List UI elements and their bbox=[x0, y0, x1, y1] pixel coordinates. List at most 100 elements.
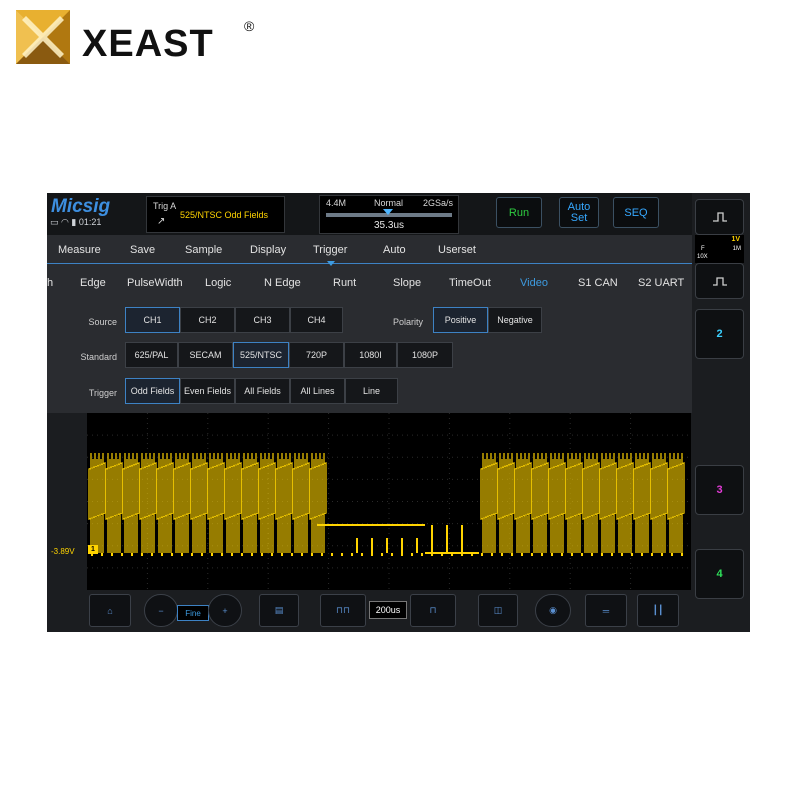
trigger-type-slope[interactable]: Slope bbox=[393, 277, 421, 289]
polarity-negative[interactable]: Negative bbox=[488, 307, 542, 333]
menu-userset[interactable]: Userset bbox=[438, 244, 476, 256]
sync-tip-mark bbox=[661, 553, 663, 556]
sync-tip-mark bbox=[301, 553, 303, 556]
sync-tip-mark bbox=[291, 553, 293, 556]
standard-525-ntsc[interactable]: 525/NTSC bbox=[233, 342, 289, 368]
menu-lines-button[interactable]: ═ bbox=[585, 594, 627, 627]
menu-trigger[interactable]: Trigger bbox=[313, 244, 347, 256]
trigger-type-s2-uart[interactable]: S2 UART bbox=[638, 277, 684, 289]
standard-1080i[interactable]: 1080I bbox=[344, 342, 397, 368]
rising-edge-icon bbox=[712, 212, 727, 222]
menu-auto[interactable]: Auto bbox=[383, 244, 406, 256]
sync-tip-mark bbox=[651, 553, 653, 556]
sync-tip-mark bbox=[321, 553, 323, 556]
cursor-button[interactable]: ┃┃ bbox=[637, 594, 679, 627]
bottom-toolbar: ⌂ − Fine + ▤ ⊓⊓ 200us ⊓ ◫ ◉ ═ ┃┃ bbox=[47, 590, 692, 632]
auto-set-button[interactable]: Auto Set bbox=[559, 197, 599, 228]
timebase-increase-button[interactable]: ⊓ bbox=[410, 594, 456, 627]
status-icons: ▭ ◠ ▮ 01:21 bbox=[50, 217, 101, 228]
trigger-type-logic[interactable]: Logic bbox=[205, 277, 231, 289]
sync-tip-mark bbox=[571, 553, 573, 556]
run-button[interactable]: Run bbox=[496, 197, 542, 228]
sync-tip-mark bbox=[631, 553, 633, 556]
source-ch4[interactable]: CH4 bbox=[290, 307, 343, 333]
sync-tip-mark bbox=[421, 553, 423, 556]
trigger-position-marker bbox=[383, 209, 393, 215]
trigger-type-n-edge[interactable]: N Edge bbox=[264, 277, 301, 289]
trigger-type-timeout[interactable]: TimeOut bbox=[449, 277, 491, 289]
source-ch3[interactable]: CH3 bbox=[235, 307, 290, 333]
standard-625-pal[interactable]: 625/PAL bbox=[125, 342, 178, 368]
sync-tip-mark bbox=[491, 553, 493, 556]
minus-icon: − bbox=[158, 605, 164, 616]
field-even[interactable]: Even Fields bbox=[180, 378, 235, 404]
source-ch2[interactable]: CH2 bbox=[180, 307, 235, 333]
trigger-type-row: h Edge PulseWidth Logic N Edge Runt Slop… bbox=[47, 264, 692, 294]
sync-tip-mark bbox=[361, 553, 363, 556]
trigger-type-runt[interactable]: Runt bbox=[333, 277, 356, 289]
battery-icon: ▮ bbox=[71, 217, 77, 227]
sync-tip-mark bbox=[521, 553, 523, 556]
zoom-icon: ◫ bbox=[493, 605, 503, 615]
save-file-button[interactable]: ▤ bbox=[259, 594, 299, 627]
timebase-status-box[interactable]: 4.4M Normal 2GSa/s 35.3us bbox=[319, 195, 459, 234]
trigger-type-s1-can[interactable]: S1 CAN bbox=[578, 277, 618, 289]
field-all-fields[interactable]: All Fields bbox=[235, 378, 290, 404]
standard-secam[interactable]: SECAM bbox=[178, 342, 233, 368]
timebase-readout: 200us bbox=[369, 601, 407, 619]
trigger-field-label: Trigger bbox=[88, 388, 117, 398]
menu-save[interactable]: Save bbox=[130, 244, 155, 256]
acquisition-mode: Normal bbox=[374, 198, 404, 208]
standard-1080p[interactable]: 1080P bbox=[397, 342, 453, 368]
ch1-info-panel[interactable]: 1V F 1M 10X bbox=[695, 235, 744, 263]
polarity-positive[interactable]: Positive bbox=[433, 307, 488, 333]
waveform-graticule bbox=[87, 413, 691, 590]
home-button[interactable]: ⌂ bbox=[89, 594, 131, 627]
trigger-type-fragment[interactable]: h bbox=[47, 277, 53, 289]
sync-tip-mark bbox=[641, 553, 643, 556]
ch2-button[interactable]: 2 bbox=[695, 309, 744, 359]
measure-button[interactable]: ◉ bbox=[535, 594, 571, 627]
zoom-button[interactable]: ◫ bbox=[478, 594, 518, 627]
source-label: Source bbox=[88, 317, 117, 327]
ch1-rising-edge-button[interactable] bbox=[695, 199, 744, 235]
trigger-type-video[interactable]: Video bbox=[520, 277, 548, 289]
menu-sample[interactable]: Sample bbox=[185, 244, 222, 256]
field-odd[interactable]: Odd Fields bbox=[125, 378, 180, 404]
vertical-down-button[interactable]: − bbox=[144, 594, 178, 627]
fine-toggle[interactable]: Fine bbox=[177, 605, 209, 621]
home-icon: ⌂ bbox=[107, 605, 113, 616]
wide-pulse-icon: ⊓ bbox=[429, 605, 437, 615]
field-all-lines[interactable]: All Lines bbox=[290, 378, 345, 404]
auto-set-line2: Set bbox=[570, 211, 588, 224]
trigger-edge-icon: ↗ bbox=[157, 216, 166, 227]
trigger-level-readout: -3.89V bbox=[51, 547, 75, 556]
polarity-label: Polarity bbox=[392, 317, 423, 327]
sync-tip-mark bbox=[511, 553, 513, 556]
trigger-status-box[interactable]: Trig A ↗ 525/NTSC Odd Fields bbox=[146, 196, 285, 233]
sync-tip-mark bbox=[531, 553, 533, 556]
source-ch1[interactable]: CH1 bbox=[125, 307, 180, 333]
trigger-type-edge[interactable]: Edge bbox=[80, 277, 106, 289]
waveform-display[interactable] bbox=[87, 413, 691, 590]
ch3-button[interactable]: 3 bbox=[695, 465, 744, 515]
menu-display[interactable]: Display bbox=[250, 244, 286, 256]
sync-tip-mark bbox=[231, 553, 233, 556]
timebase-decrease-button[interactable]: ⊓⊓ bbox=[320, 594, 366, 627]
sync-tip-mark bbox=[101, 553, 103, 556]
ch1-pulse-button[interactable] bbox=[695, 263, 744, 299]
seq-button[interactable]: SEQ bbox=[613, 197, 659, 228]
pulse-icon bbox=[712, 277, 727, 286]
field-line[interactable]: Line bbox=[345, 378, 398, 404]
sync-tip-mark bbox=[441, 553, 443, 556]
measure-icon: ◉ bbox=[549, 605, 557, 615]
standard-720p[interactable]: 720P bbox=[289, 342, 344, 368]
menu-measure[interactable]: Measure bbox=[58, 244, 101, 256]
trigger-type-pulsewidth[interactable]: PulseWidth bbox=[127, 277, 183, 289]
top-status-bar: Micsig ▭ ◠ ▮ 01:21 Trig A ↗ 525/NTSC Odd… bbox=[47, 193, 692, 235]
ch1-ground-marker[interactable]: 1 bbox=[88, 545, 98, 554]
vertical-up-button[interactable]: + bbox=[208, 594, 242, 627]
trigger-mode-text: 525/NTSC Odd Fields bbox=[180, 210, 269, 220]
sync-tip-mark bbox=[541, 553, 543, 556]
ch4-button[interactable]: 4 bbox=[695, 549, 744, 599]
